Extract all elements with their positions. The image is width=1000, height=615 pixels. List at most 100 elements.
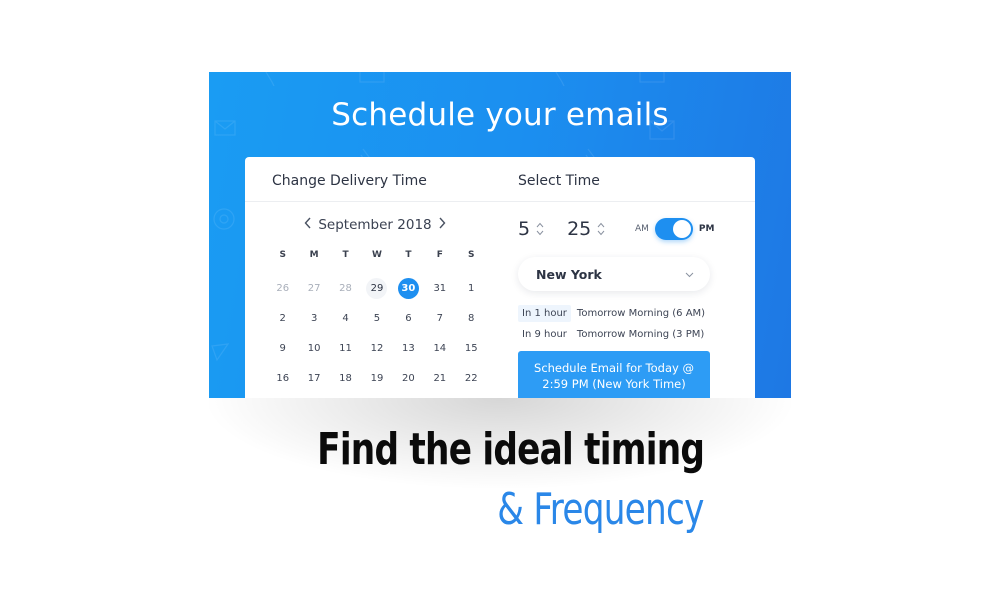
minute-stepper[interactable] (596, 221, 606, 237)
banner-title: Schedule your emails (331, 97, 669, 133)
calendar-grid: S M T W T F S 26 27 28 29 30 31 1 2 3 4 5 6 7 8 9 10 11 1… (267, 247, 487, 393)
calendar-day[interactable]: 13 (398, 338, 419, 359)
calendar-day[interactable]: 9 (272, 338, 293, 359)
chevron-down-icon (536, 230, 544, 236)
timezone-select[interactable]: New York (518, 257, 710, 291)
calendar-day[interactable]: 29 (366, 277, 388, 299)
calendar-cell: 20 (393, 368, 424, 389)
quick-option-tomorrow-6am[interactable]: Tomorrow Morning (6 AM) (577, 308, 705, 319)
calendar-day[interactable]: 28 (335, 278, 356, 299)
envelope-icon (359, 72, 385, 84)
chevron-down-icon (597, 230, 605, 236)
calendar-day[interactable]: 1 (461, 278, 482, 299)
calendar-cell: 2 (267, 308, 298, 329)
quick-chip-in-9-hour[interactable]: In 9 hour (518, 326, 571, 343)
month-label: September 2018 (318, 217, 432, 233)
calendar-day[interactable]: 10 (304, 338, 325, 359)
calendar-cell: 6 (393, 308, 424, 329)
envelope-icon (639, 72, 665, 84)
calendar-cell: 19 (361, 368, 392, 389)
at-sign-icon (213, 204, 235, 234)
time-picker: 5 25 (518, 217, 606, 241)
quick-option-tomorrow-3pm[interactable]: Tomorrow Morning (3 PM) (577, 329, 704, 340)
calendar-cell: 17 (298, 368, 329, 389)
hour-value[interactable]: 5 (518, 218, 530, 240)
calendar-day[interactable]: 17 (304, 368, 325, 389)
card-header: Change Delivery Time Select Time (245, 157, 755, 202)
toggle-knob (672, 220, 691, 238)
calendar-week-row: 9 10 11 12 13 14 15 (267, 333, 487, 363)
calendar-day[interactable]: 22 (461, 368, 482, 389)
calendar-cell: 15 (456, 338, 487, 359)
change-delivery-time-heading: Change Delivery Time (272, 173, 427, 189)
pm-label: PM (698, 224, 715, 234)
chevron-right-icon[interactable] (434, 216, 450, 234)
calendar-day[interactable]: 2 (272, 308, 293, 329)
minute-value[interactable]: 25 (567, 218, 591, 240)
weekday-label: S (279, 250, 286, 260)
calendar-day[interactable]: 19 (366, 368, 387, 389)
calendar-day[interactable]: 6 (398, 308, 419, 329)
calendar-cell: 1 (456, 278, 487, 299)
calendar-day[interactable]: 15 (461, 338, 482, 359)
quick-chip-in-1-hour[interactable]: In 1 hour (518, 305, 571, 322)
calendar-cell: 3 (298, 308, 329, 329)
weekday-label: T (405, 250, 412, 260)
calendar-cell: 13 (393, 338, 424, 359)
weekday-label: W (372, 250, 382, 260)
calendar-cell: 12 (361, 338, 392, 359)
month-navigation: September 2018 (300, 215, 450, 235)
calendar-cell: 14 (424, 338, 455, 359)
calendar-day[interactable]: 4 (335, 308, 356, 329)
calendar-cell: 27 (298, 278, 329, 299)
quick-schedule-options: In 1 hour Tomorrow Morning (6 AM) In 9 h… (518, 303, 718, 345)
calendar-day-selected[interactable]: 30 (397, 277, 419, 299)
chevron-left-icon[interactable] (300, 216, 316, 234)
calendar-week-row: 16 17 18 19 20 21 22 (267, 363, 487, 393)
calendar-cell: 21 (424, 368, 455, 389)
calendar-cell: 5 (361, 308, 392, 329)
calendar-week-row: 26 27 28 29 30 31 1 (267, 273, 487, 303)
calendar-day[interactable]: 8 (461, 308, 482, 329)
calendar-cell: 31 (424, 278, 455, 299)
calendar-cell: 16 (267, 368, 298, 389)
weekday-label: T (342, 250, 349, 260)
calendar-day[interactable]: 27 (304, 278, 325, 299)
calendar-day[interactable]: 5 (366, 308, 387, 329)
schedule-button-line-1: Schedule Email for Today @ (534, 361, 694, 375)
calendar-day[interactable]: 12 (366, 338, 387, 359)
calendar-cell: 4 (330, 308, 361, 329)
am-label: AM (635, 224, 649, 234)
calendar-cell: 10 (298, 338, 329, 359)
calendar-day[interactable]: 16 (272, 368, 293, 389)
calendar-day[interactable]: 14 (429, 338, 450, 359)
chevron-down-icon (685, 265, 694, 283)
calendar-week-row: 2345678 (267, 303, 487, 333)
weekday-header-row: S M T W T F S (267, 247, 487, 263)
chevron-up-icon (597, 222, 605, 228)
am-pm-toggle[interactable] (654, 218, 693, 240)
select-time-heading: Select Time (518, 173, 600, 189)
calendar-cell: 30 (393, 277, 424, 299)
calendar-cell: 22 (456, 368, 487, 389)
calendar-cell: 18 (330, 368, 361, 389)
calendar-day[interactable]: 11 (335, 338, 356, 359)
paper-plane-icon (211, 342, 229, 362)
calendar-cell: 26 (267, 278, 298, 299)
calendar-day[interactable]: 20 (398, 368, 419, 389)
schedule-email-button[interactable]: Schedule Email for Today @ 2:59 PM (New … (518, 351, 710, 398)
weekday-label: S (468, 250, 475, 260)
calendar-day[interactable]: 21 (429, 368, 450, 389)
calendar-day[interactable]: 7 (429, 308, 450, 329)
calendar-day[interactable]: 26 (272, 278, 293, 299)
calendar-cell: 9 (267, 338, 298, 359)
calendar-day[interactable]: 31 (429, 278, 450, 299)
calendar-day[interactable]: 3 (304, 308, 325, 329)
am-pm-switch: AM PM (635, 217, 714, 241)
weekday-label: M (309, 250, 319, 260)
calendar-cell: 28 (330, 278, 361, 299)
hour-stepper[interactable] (535, 221, 545, 237)
calendar-day[interactable]: 18 (335, 368, 356, 389)
headline: Find the ideal timing (316, 424, 705, 475)
subheadline: & Frequency (497, 484, 705, 535)
